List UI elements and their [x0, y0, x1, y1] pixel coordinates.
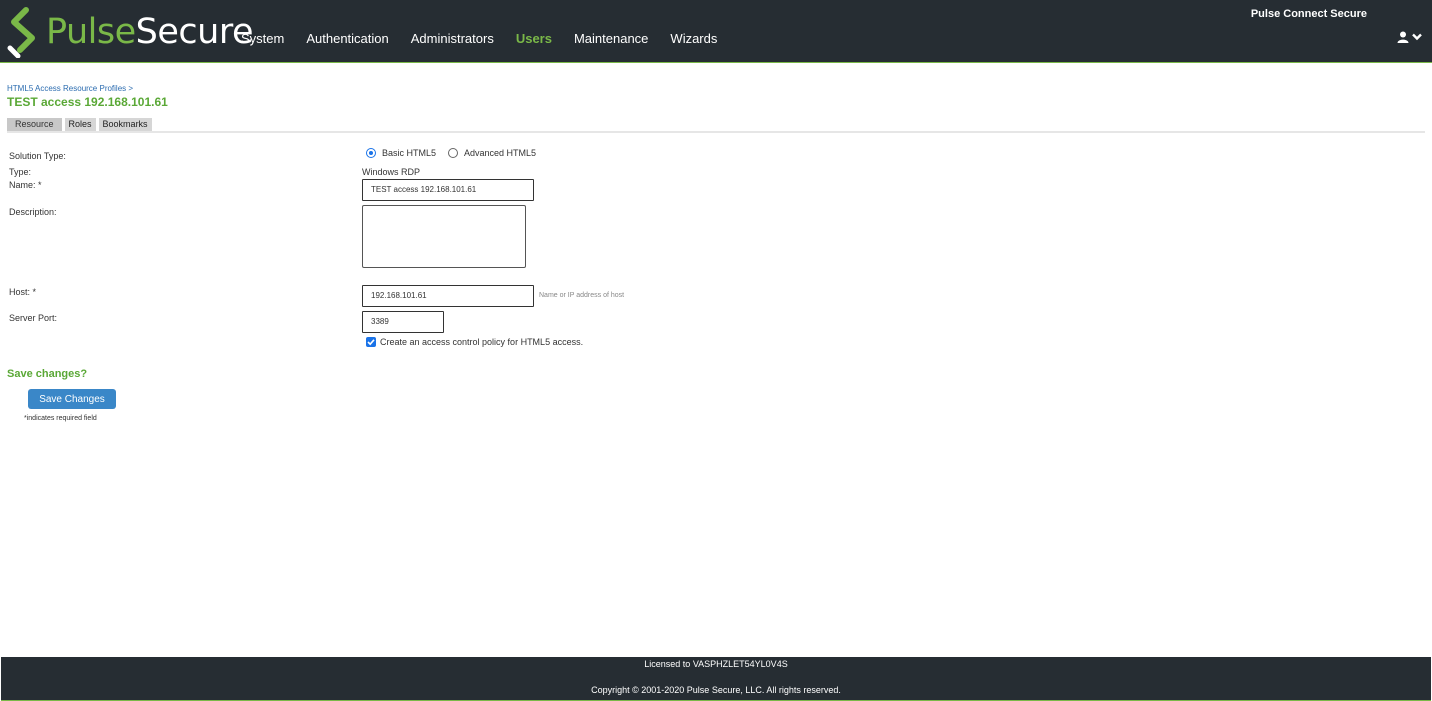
nav-authentication[interactable]: Authentication: [306, 31, 388, 46]
radio-basic-html5-label: Basic HTML5: [382, 148, 437, 158]
user-menu[interactable]: [1397, 31, 1422, 43]
page-title: TEST access 192.168.101.61: [7, 95, 168, 109]
save-changes-question: Save changes?: [7, 368, 88, 380]
server-port-label: Server Port:: [9, 313, 58, 323]
top-bar: PulseSecure System Authentication Admini…: [0, 0, 1432, 63]
type-value: Windows RDP: [362, 167, 421, 177]
brand-pulse: Pulse: [46, 12, 136, 52]
solution-type-label: Solution Type:: [9, 151, 66, 161]
name-input[interactable]: TEST access 192.168.101.61: [362, 179, 534, 201]
required-field-note: *indicates required field: [24, 415, 97, 422]
nav-wizards[interactable]: Wizards: [670, 31, 717, 46]
pulse-s-icon: [7, 7, 35, 58]
nav-system[interactable]: System: [241, 31, 284, 46]
host-label: Host: *: [9, 287, 37, 297]
tab-divider: [7, 131, 1425, 133]
type-label: Type:: [9, 167, 32, 177]
radio-basic-html5[interactable]: [366, 148, 376, 158]
acl-policy-row: Create an access control policy for HTML…: [366, 337, 583, 347]
user-icon: [1397, 31, 1409, 43]
tab-roles[interactable]: Roles: [64, 118, 96, 131]
main-nav: System Authentication Administrators Use…: [241, 31, 739, 46]
breadcrumb-separator: >: [128, 84, 134, 93]
checkmark-icon: [367, 339, 375, 346]
acl-policy-checkbox[interactable]: [366, 337, 376, 347]
nav-users[interactable]: Users: [516, 31, 552, 46]
tab-resource[interactable]: Resource: [7, 118, 62, 131]
brand-name[interactable]: PulseSecure: [46, 12, 254, 52]
description-label: Description:: [9, 207, 57, 217]
license-text: Licensed to VASPHZLET54YL0V4S: [644, 659, 788, 669]
acl-policy-label: Create an access control policy for HTML…: [380, 337, 584, 347]
tab-bookmarks[interactable]: Bookmarks: [98, 118, 152, 131]
radio-advanced-html5[interactable]: [448, 148, 459, 158]
save-changes-button[interactable]: Save Changes: [28, 389, 116, 409]
name-label: Name: *: [9, 180, 42, 190]
solution-type-radios: Basic HTML5 Advanced HTML5: [366, 148, 548, 158]
copyright-text: Copyright © 2001-2020 Pulse Secure, LLC.…: [591, 685, 841, 695]
radio-advanced-html5-label: Advanced HTML5: [464, 148, 537, 158]
brand-secure: Secure: [135, 12, 254, 52]
server-port-input[interactable]: 3389: [362, 311, 444, 333]
breadcrumb: HTML5 Access Resource Profiles >: [7, 84, 133, 93]
breadcrumb-link[interactable]: HTML5 Access Resource Profiles: [7, 84, 126, 93]
chevron-down-icon: [1412, 33, 1422, 41]
footer: Licensed to VASPHZLET54YL0V4S Copyright …: [1, 657, 1431, 701]
description-textarea[interactable]: [362, 205, 526, 268]
tab-strip: Resource Roles Bookmarks: [7, 118, 152, 131]
product-name: Pulse Connect Secure: [1250, 8, 1367, 20]
nav-administrators[interactable]: Administrators: [411, 31, 494, 46]
host-hint: Name or IP address of host: [539, 292, 625, 299]
nav-maintenance[interactable]: Maintenance: [574, 31, 648, 46]
host-input[interactable]: 192.168.101.61: [362, 285, 534, 307]
pulse-secure-logo[interactable]: [6, 6, 40, 58]
